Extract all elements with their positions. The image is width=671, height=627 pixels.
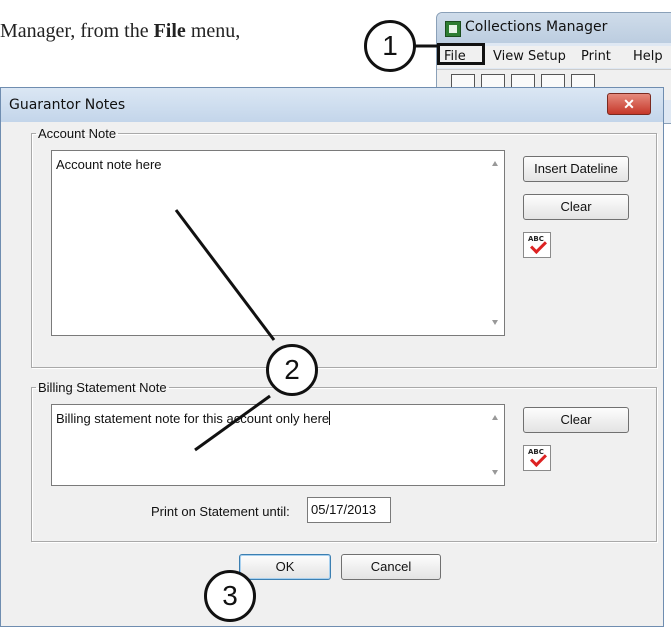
guarantor-notes-dialog: Guarantor Notes ✕ Account Note Account n… <box>0 87 664 627</box>
scroll-up-icon[interactable] <box>492 415 498 420</box>
collections-manager-titlebar: Collections Manager <box>437 13 671 43</box>
insert-dateline-button[interactable]: Insert Dateline <box>523 156 629 182</box>
account-clear-button[interactable]: Clear <box>523 194 629 220</box>
callout-3: 3 <box>204 570 256 622</box>
menu-print[interactable]: Print <box>581 49 611 64</box>
print-until-label: Print on Statement until: <box>151 504 290 519</box>
account-note-textarea[interactable]: Account note here <box>51 150 505 336</box>
cancel-button[interactable]: Cancel <box>341 554 441 580</box>
account-note-text: Account note here <box>56 157 162 172</box>
ok-button[interactable]: OK <box>239 554 331 580</box>
menu-bar: File View Setup Print Help <box>437 43 671 68</box>
account-note-scrollbar[interactable] <box>486 151 504 335</box>
instruction-text: Manager, from the File menu, <box>0 20 241 42</box>
scroll-up-icon[interactable] <box>492 161 498 166</box>
scroll-down-icon[interactable] <box>492 320 498 325</box>
menu-file[interactable]: File <box>444 49 466 64</box>
collections-manager-title: Collections Manager <box>465 19 608 35</box>
scroll-down-icon[interactable] <box>492 470 498 475</box>
callout-2: 2 <box>266 344 318 396</box>
billing-clear-button[interactable]: Clear <box>523 407 629 433</box>
billing-note-legend: Billing Statement Note <box>38 380 167 395</box>
callout-1: 1 <box>364 20 416 72</box>
dialog-titlebar: Guarantor Notes ✕ <box>1 88 663 122</box>
billing-note-scrollbar[interactable] <box>486 405 504 485</box>
account-note-legend: Account Note <box>38 126 117 141</box>
dialog-body: Account Note Account note here Insert Da… <box>9 126 657 618</box>
menu-help[interactable]: Help <box>633 49 663 64</box>
billing-spellcheck-button[interactable]: ABC <box>523 445 551 471</box>
dialog-title: Guarantor Notes <box>9 97 126 113</box>
print-until-date-input[interactable]: 05/17/2013 <box>307 497 391 523</box>
billing-note-text: Billing statement note for this account … <box>56 411 331 426</box>
menu-view-setup[interactable]: View Setup <box>493 49 566 64</box>
close-button[interactable]: ✕ <box>607 93 651 115</box>
account-spellcheck-button[interactable]: ABC <box>523 232 551 258</box>
app-icon <box>445 21 461 37</box>
billing-note-textarea[interactable]: Billing statement note for this account … <box>51 404 505 486</box>
